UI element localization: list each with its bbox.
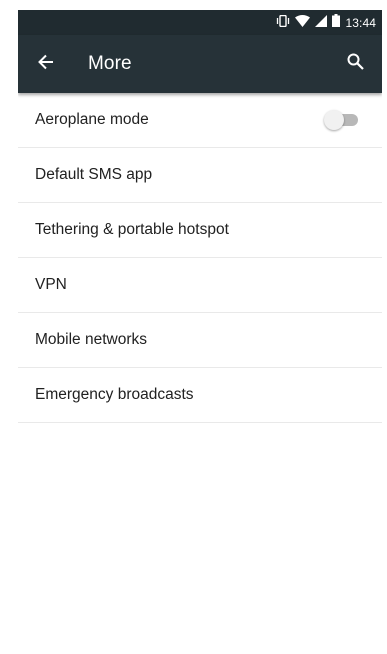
setting-emergency-broadcasts[interactable]: Emergency broadcasts [18, 368, 382, 423]
setting-default-sms-app[interactable]: Default SMS app [18, 148, 382, 203]
setting-label: Emergency broadcasts [35, 386, 194, 403]
status-time: 13:44 [345, 15, 376, 30]
screen: 13:44 More Aeroplane mode Default SMS ap… [18, 10, 382, 654]
setting-label: Default SMS app [35, 166, 153, 183]
battery-icon [332, 13, 341, 32]
vibrate-icon [276, 14, 290, 32]
setting-label: VPN [35, 276, 67, 293]
setting-label: Tethering & portable hotspot [35, 221, 229, 238]
setting-mobile-networks[interactable]: Mobile networks [18, 313, 382, 368]
app-bar: More [18, 35, 382, 93]
signal-icon [315, 14, 328, 32]
settings-list: Aeroplane mode Default SMS app Tethering… [18, 93, 382, 423]
setting-tethering-hotspot[interactable]: Tethering & portable hotspot [18, 203, 382, 258]
arrow-left-icon [38, 54, 54, 75]
setting-label: Mobile networks [35, 331, 147, 348]
setting-aeroplane-mode[interactable]: Aeroplane mode [18, 93, 382, 148]
back-button[interactable] [38, 54, 54, 75]
setting-label: Aeroplane mode [35, 111, 149, 128]
page-title: More [88, 53, 132, 74]
wifi-icon [295, 14, 311, 32]
aeroplane-mode-toggle[interactable] [324, 110, 360, 130]
status-bar: 13:44 [18, 10, 382, 35]
search-button[interactable] [347, 53, 364, 75]
search-icon [347, 53, 364, 75]
toggle-thumb [324, 110, 344, 130]
setting-vpn[interactable]: VPN [18, 258, 382, 313]
